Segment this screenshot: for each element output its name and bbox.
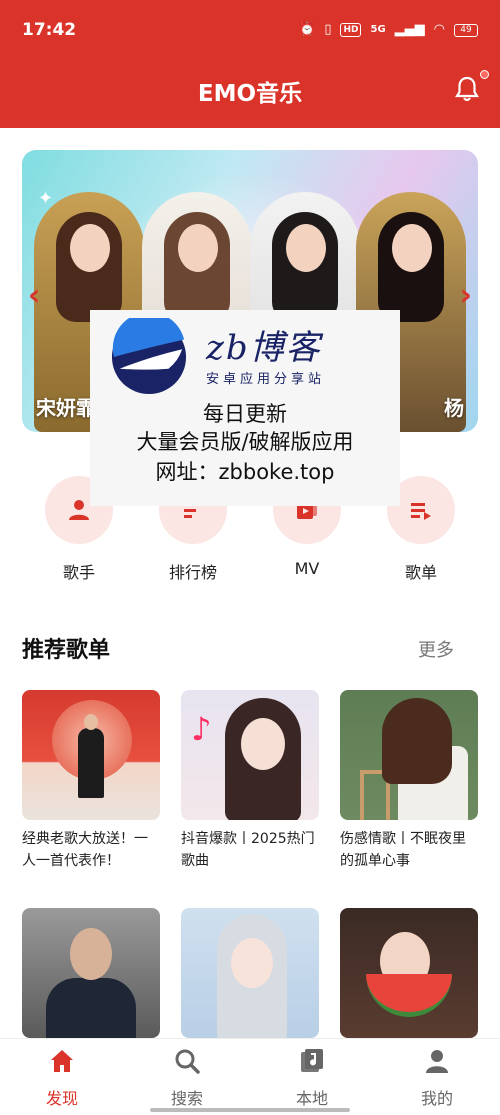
watermark-logo-icon — [111, 318, 187, 395]
network-label: 5G — [370, 24, 386, 35]
wifi-icon: ◠ — [433, 22, 445, 37]
home-icon — [51, 1050, 73, 1072]
nav-discover[interactable]: 发现 — [22, 1047, 102, 1109]
category-label: 歌手 — [62, 563, 95, 582]
playlist-icon — [411, 503, 431, 520]
app-header: 17:42 ⏰ ▯ HD 5G ▂▄▆ ◠ 49 EMO音乐 — [0, 0, 500, 128]
music-file-icon — [301, 1049, 323, 1072]
playlist-cover — [340, 690, 478, 820]
playlist-cover — [22, 690, 160, 820]
search-icon — [175, 1049, 200, 1074]
playlist-card[interactable] — [22, 908, 160, 1046]
watermark-brand: zb博客 — [206, 328, 322, 368]
nav-label: 本地 — [295, 1089, 328, 1108]
category-label: MV — [294, 559, 320, 578]
status-time: 17:42 — [22, 20, 77, 40]
nav-mine[interactable]: 我的 — [397, 1047, 477, 1109]
more-link[interactable]: 更多 — [418, 636, 454, 662]
nav-label: 我的 — [420, 1089, 453, 1108]
watermark-line-2: 大量会员版/破解版应用 — [136, 430, 354, 454]
battery-icon: 49 — [454, 23, 478, 37]
chevron-left-icon[interactable]: ‹ — [28, 278, 40, 313]
banner-caption-right: 杨 — [444, 396, 464, 420]
app-title: EMO音乐 — [197, 81, 303, 107]
singer-icon — [69, 500, 89, 520]
nav-label: 发现 — [45, 1089, 78, 1108]
playlist-title: 经典老歌大放送！一人一首代表作！ — [22, 831, 148, 869]
playlist-title: 伤感情歌丨不眠夜里的孤单心事 — [340, 831, 466, 869]
watermark-overlay: zb博客 安卓应用分享站 每日更新 大量会员版/破解版应用 网址：zbboke.… — [90, 310, 400, 506]
nav-search[interactable]: 搜索 — [147, 1047, 227, 1109]
alarm-icon: ⏰ — [299, 22, 316, 37]
chevron-right-icon[interactable]: › — [460, 278, 472, 313]
watermark-subtitle: 安卓应用分享站 — [206, 372, 326, 387]
status-icons: ⏰ ▯ HD 5G ▂▄▆ ◠ 49 — [299, 20, 478, 40]
playlist-title: 抖音爆款丨2025热门歌曲 — [181, 831, 315, 869]
playlist-card[interactable]: 伤感情歌丨不眠夜里的孤单心事 — [340, 690, 478, 872]
nav-local[interactable]: 本地 — [272, 1047, 352, 1109]
user-icon — [426, 1050, 448, 1073]
vibrate-icon: ▯ — [324, 22, 332, 37]
playlist-cover — [340, 908, 478, 1038]
playlist-cover — [181, 908, 319, 1038]
bell-icon[interactable] — [452, 74, 482, 104]
watermark-line-1: 每日更新 — [203, 402, 287, 426]
banner-caption: 宋妍霏 — [36, 396, 96, 420]
category-label: 歌单 — [404, 563, 437, 582]
playlist-card[interactable] — [340, 908, 478, 1046]
playlist-cover — [22, 908, 160, 1038]
bottom-nav: 发现 搜索 本地 我的 — [0, 1038, 500, 1115]
watermark-line-3: 网址：zbboke.top — [155, 460, 335, 484]
playlist-cover: ♪ — [181, 690, 319, 820]
status-bar: 17:42 ⏰ ▯ HD 5G ▂▄▆ ◠ 49 — [0, 0, 500, 60]
nav-label: 搜索 — [170, 1089, 203, 1108]
hd-badge: HD — [340, 23, 362, 37]
signal-icon: ▂▄▆ — [394, 22, 425, 37]
category-label: 排行榜 — [168, 563, 217, 582]
playlist-card[interactable]: ♪ 抖音爆款丨2025热门歌曲 — [181, 690, 319, 872]
tiktok-icon: ♪ — [191, 710, 212, 748]
playlist-card[interactable] — [181, 908, 319, 1046]
home-indicator — [150, 1108, 350, 1112]
section-title-recommended: 推荐歌单 — [22, 638, 111, 663]
notification-dot — [480, 70, 489, 79]
playlist-card[interactable]: 经典老歌大放送！一人一首代表作！ — [22, 690, 160, 872]
